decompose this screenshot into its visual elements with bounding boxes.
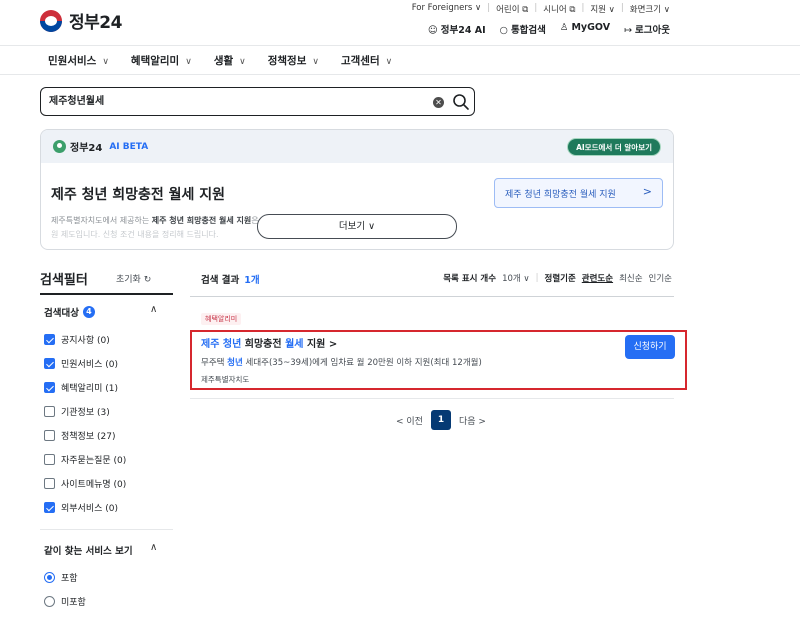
current-page[interactable]: 1 xyxy=(430,410,451,430)
sort-relevance[interactable]: 관련도순 xyxy=(582,272,613,284)
ai-mode-button[interactable]: AI모드에서 더 알아보기 xyxy=(567,138,661,156)
filter-agency-info[interactable]: 기관정보 (3) xyxy=(44,405,110,418)
per-page-select[interactable]: 10개 ∨ xyxy=(502,272,530,284)
taeguk-logo-icon xyxy=(40,9,62,32)
ai-mascot-icon xyxy=(53,140,66,153)
filter-title: 검색필터 xyxy=(40,273,88,288)
clear-icon[interactable]: ✕ xyxy=(433,97,444,108)
count-badge: 4 xyxy=(82,306,95,318)
chevron-down-icon: ∨ xyxy=(385,57,393,67)
link-senior[interactable]: 시니어 ⧉ xyxy=(543,3,575,15)
checkbox[interactable] xyxy=(44,406,55,417)
link-screen-size[interactable]: 화면크기 ∨ xyxy=(630,3,670,15)
site-logo[interactable]: 정부24 xyxy=(40,8,122,33)
more-button[interactable]: 더보기 ∨ xyxy=(257,214,457,239)
checkbox[interactable] xyxy=(44,478,55,489)
nav-benefit-alert[interactable]: 혜택알리미 ∨ xyxy=(131,53,192,68)
person-icon: ♙ xyxy=(559,22,569,33)
utility-links: For Foreigners ∨ | 어린이 ⧉ | 시니어 ⧉ | 지원 ∨ | 화면… xyxy=(411,3,670,15)
nav-life[interactable]: 생활 ∨ xyxy=(214,53,246,68)
main-nav: 민원서비스 ∨ 혜택알리미 ∨ 생활 ∨ 정책정보 ∨ 고객센터 ∨ xyxy=(0,45,800,75)
nav-customer-center[interactable]: 고객센터 ∨ xyxy=(341,53,392,68)
checkbox[interactable] xyxy=(44,358,55,369)
ai-logo: 정부24 AI BETA xyxy=(53,139,148,154)
ai-panel-header: 정부24 AI BETA AI모드에서 더 알아보기 xyxy=(41,130,673,163)
chevron-right-icon: > xyxy=(642,185,652,198)
search-icon: ○ xyxy=(499,25,508,36)
apply-button[interactable]: 신청하기 xyxy=(625,335,675,359)
chevron-up-icon[interactable]: ∧ xyxy=(150,542,157,553)
chevron-down-icon: ∨ xyxy=(239,57,246,67)
chevron-down-icon: ∨ xyxy=(102,57,109,67)
link-unified-search[interactable]: ○ 통합검색 xyxy=(500,22,546,36)
link-logout[interactable]: ↦ 로그아웃 xyxy=(624,22,670,36)
filter-faq[interactable]: 자주묻는질문 (0) xyxy=(44,453,126,466)
result-description: 무주택 청년 세대주(35~39세)에게 임차료 월 20만원 이하 지원(최대… xyxy=(201,358,482,368)
nav-civil-service[interactable]: 민원서비스 ∨ xyxy=(48,53,109,68)
result-controls: 목록 표시 개수 10개 ∨ | 정렬기준 관련도순 최신순 인기순 xyxy=(443,272,672,284)
link-for-foreigners[interactable]: For Foreigners ∨ xyxy=(412,3,482,15)
related-services-header[interactable]: 같이 찾는 서비스 보기 xyxy=(44,543,133,557)
pagination: < 이전 1 다음 > xyxy=(396,410,486,430)
filter-policy-info[interactable]: 정책정보 (27) xyxy=(44,429,115,442)
filter-site-menu[interactable]: 사이트메뉴명 (0) xyxy=(44,477,126,490)
radio-button[interactable] xyxy=(44,572,55,583)
filter-reset-button[interactable]: 초기화 ↻ xyxy=(116,272,151,285)
checkbox[interactable] xyxy=(44,454,55,465)
ai-mascot-icon: ☺ xyxy=(427,25,438,36)
ai-answer-panel: 정부24 AI BETA AI모드에서 더 알아보기 제주 청년 희망충전 월세… xyxy=(40,129,674,250)
logo-text: 정부24 xyxy=(69,13,122,33)
checkbox[interactable] xyxy=(44,382,55,393)
search-icon[interactable] xyxy=(452,93,470,111)
divider xyxy=(40,529,173,530)
radio-include[interactable]: 포함 xyxy=(44,571,78,584)
checkbox[interactable] xyxy=(44,430,55,441)
filter-civil-service[interactable]: 민원서비스 (0) xyxy=(44,357,118,370)
prev-page-button[interactable]: < 이전 xyxy=(396,414,423,427)
nav-policy-info[interactable]: 정책정보 ∨ xyxy=(268,53,319,68)
divider xyxy=(190,296,674,297)
link-mygov[interactable]: ♙ MyGOV xyxy=(560,22,610,36)
filter-notice[interactable]: 공지사항 (0) xyxy=(44,333,110,346)
result-organization: 제주특별자치도 xyxy=(201,375,250,384)
filter-benefit-alert[interactable]: 혜택알리미 (1) xyxy=(44,381,118,394)
link-kids[interactable]: 어린이 ⧉ xyxy=(496,3,528,15)
result-count: 검색 결과 1개 xyxy=(201,275,260,286)
search-input[interactable] xyxy=(49,94,419,105)
ai-related-link[interactable]: 제주 청년 희망충전 월세 지원 > xyxy=(494,178,663,208)
divider xyxy=(40,293,173,295)
link-support[interactable]: 지원 ∨ xyxy=(590,3,615,15)
sort-popular[interactable]: 인기순 xyxy=(649,272,672,284)
chevron-up-icon[interactable]: ∧ xyxy=(150,304,157,315)
search-target-header[interactable]: 검색대상 4 xyxy=(44,305,95,319)
checkbox[interactable] xyxy=(44,502,55,513)
radio-button[interactable] xyxy=(44,596,55,607)
sort-latest[interactable]: 최신순 xyxy=(619,272,642,284)
chevron-down-icon: ∨ xyxy=(312,57,319,67)
filter-external-service[interactable]: 외부서비스 (0) xyxy=(44,501,118,514)
next-page-button[interactable]: 다음 > xyxy=(459,414,486,427)
ai-answer-title: 제주 청년 희망충전 월세 지원 xyxy=(51,187,226,203)
result-title-link[interactable]: 제주 청년 희망충전 월세 지원 > xyxy=(201,335,337,350)
result-item: 제주 청년 희망충전 월세 지원 > 무주택 청년 세대주(35~39세)에게 … xyxy=(190,330,687,390)
category-tag: 혜택알리미 xyxy=(201,313,242,325)
search-bar: ✕ xyxy=(40,87,475,116)
radio-exclude[interactable]: 미포함 xyxy=(44,595,86,608)
logout-icon: ↦ xyxy=(624,25,633,36)
divider xyxy=(190,398,674,399)
link-gov24-ai[interactable]: ☺ 정부24 AI xyxy=(428,22,486,36)
chevron-down-icon: ∨ xyxy=(185,57,192,67)
checkbox[interactable] xyxy=(44,334,55,345)
user-links: ☺ 정부24 AI ○ 통합검색 ♙ MyGOV ↦ 로그아웃 xyxy=(428,22,670,36)
